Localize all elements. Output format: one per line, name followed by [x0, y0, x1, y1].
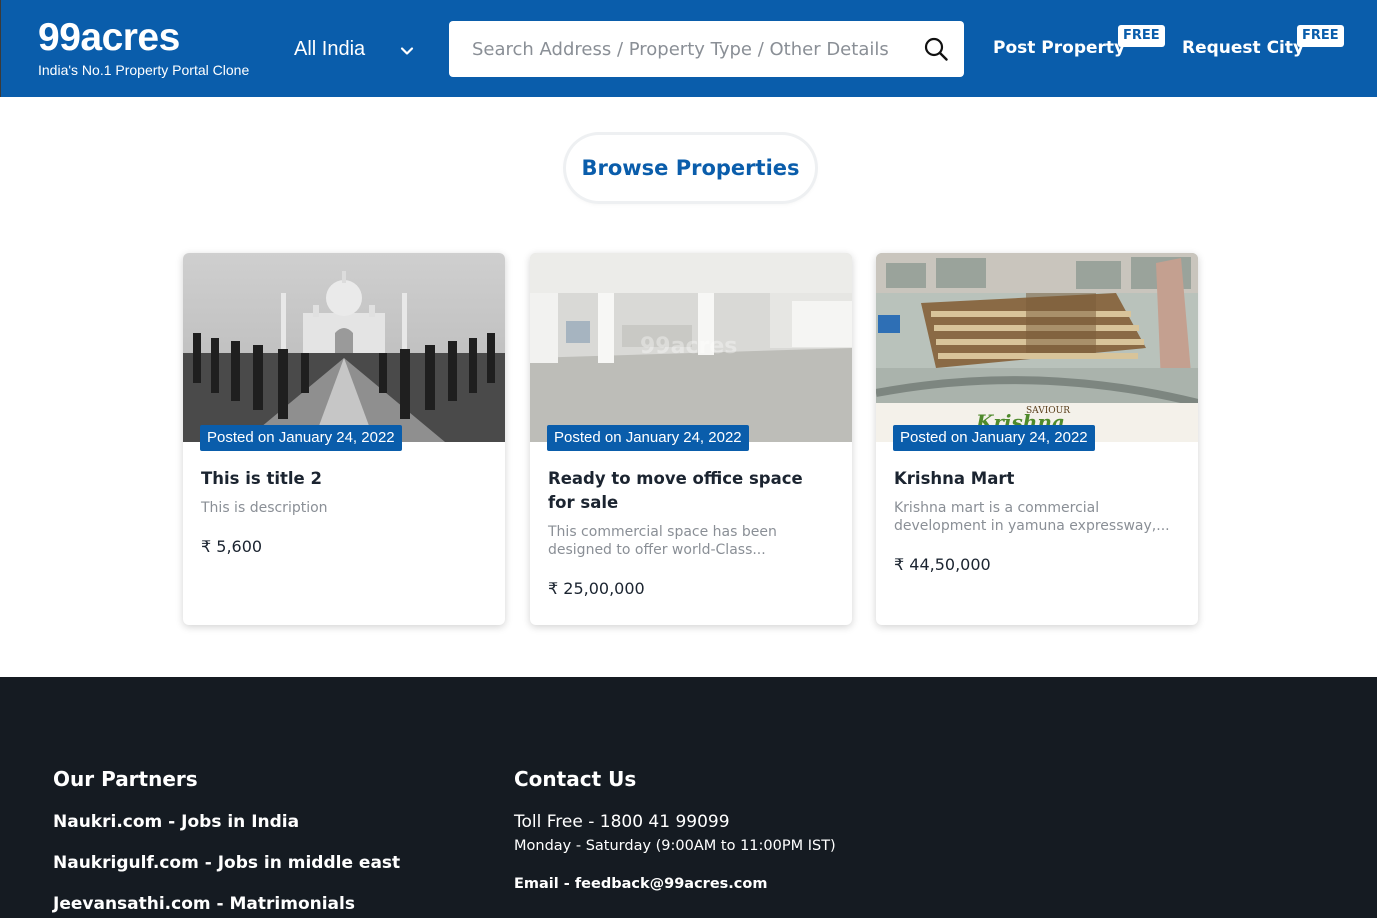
support-hours: Monday - Saturday (9:00AM to 11:00PM IST…: [514, 838, 836, 854]
property-card[interactable]: Posted on January 24, 2022 This is title…: [183, 253, 505, 625]
partner-link-naukri[interactable]: Naukri.com - Jobs in India: [53, 812, 299, 832]
partner-link-naukrigulf[interactable]: Naukrigulf.com - Jobs in middle east: [53, 853, 400, 873]
city-selector-label: All India: [294, 38, 366, 60]
top-navbar: 99acres India's No.1 Property Portal Clo…: [0, 0, 1377, 97]
posted-date-badge: Posted on January 24, 2022: [893, 425, 1095, 451]
search-bar: [449, 21, 964, 77]
property-description: This is description: [201, 500, 328, 516]
search-input[interactable]: [449, 38, 899, 60]
request-city-free-badge: FREE: [1297, 25, 1344, 47]
contact-email[interactable]: Email - feedback@99acres.com: [514, 876, 767, 892]
posted-date-badge: Posted on January 24, 2022: [547, 425, 749, 451]
property-card[interactable]: 99acres Posted on January 24, 2022 Ready…: [530, 253, 852, 625]
property-title[interactable]: Ready to move office space for sale: [548, 467, 834, 515]
property-image-taj-mahal: [183, 253, 505, 442]
request-city-link[interactable]: Request City: [1182, 38, 1304, 58]
property-description: This commercial space has been designed …: [548, 524, 777, 558]
property-title[interactable]: Krishna Mart: [894, 467, 1180, 491]
logo-title: 99acres: [38, 16, 180, 59]
property-description: Krishna mart is a commercial development…: [894, 500, 1170, 534]
browse-properties-button[interactable]: Browse Properties: [566, 135, 815, 201]
site-logo[interactable]: 99acres India's No.1 Property Portal Clo…: [38, 18, 249, 79]
partners-heading: Our Partners: [53, 767, 198, 791]
svg-text:99acres: 99acres: [640, 334, 737, 359]
site-footer: Our Partners Naukri.com - Jobs in India …: [0, 677, 1377, 918]
post-property-free-badge: FREE: [1118, 25, 1165, 47]
property-image-krishna-mart: SAVIOUR Krishna: [876, 253, 1198, 442]
property-card[interactable]: SAVIOUR Krishna Posted on January 24, 20…: [876, 253, 1198, 625]
search-icon[interactable]: [924, 37, 948, 61]
partner-link-jeevansathi[interactable]: Jeevansathi.com - Matrimonials: [53, 894, 355, 914]
property-price: ₹ 44,50,000: [894, 555, 991, 574]
posted-date-badge: Posted on January 24, 2022: [200, 425, 402, 451]
post-property-link[interactable]: Post Property: [993, 38, 1125, 58]
city-selector[interactable]: All India: [294, 38, 415, 61]
logo-subtitle: India's No.1 Property Portal Clone: [38, 62, 250, 78]
property-title[interactable]: This is title 2: [201, 467, 487, 491]
property-price: ₹ 25,00,000: [548, 579, 645, 598]
contact-heading: Contact Us: [514, 767, 637, 791]
toll-free-number: Toll Free - 1800 41 99099: [514, 812, 730, 832]
chevron-down-icon: [399, 42, 415, 58]
property-image-office-space: 99acres: [530, 253, 852, 442]
property-price: ₹ 5,600: [201, 537, 263, 556]
